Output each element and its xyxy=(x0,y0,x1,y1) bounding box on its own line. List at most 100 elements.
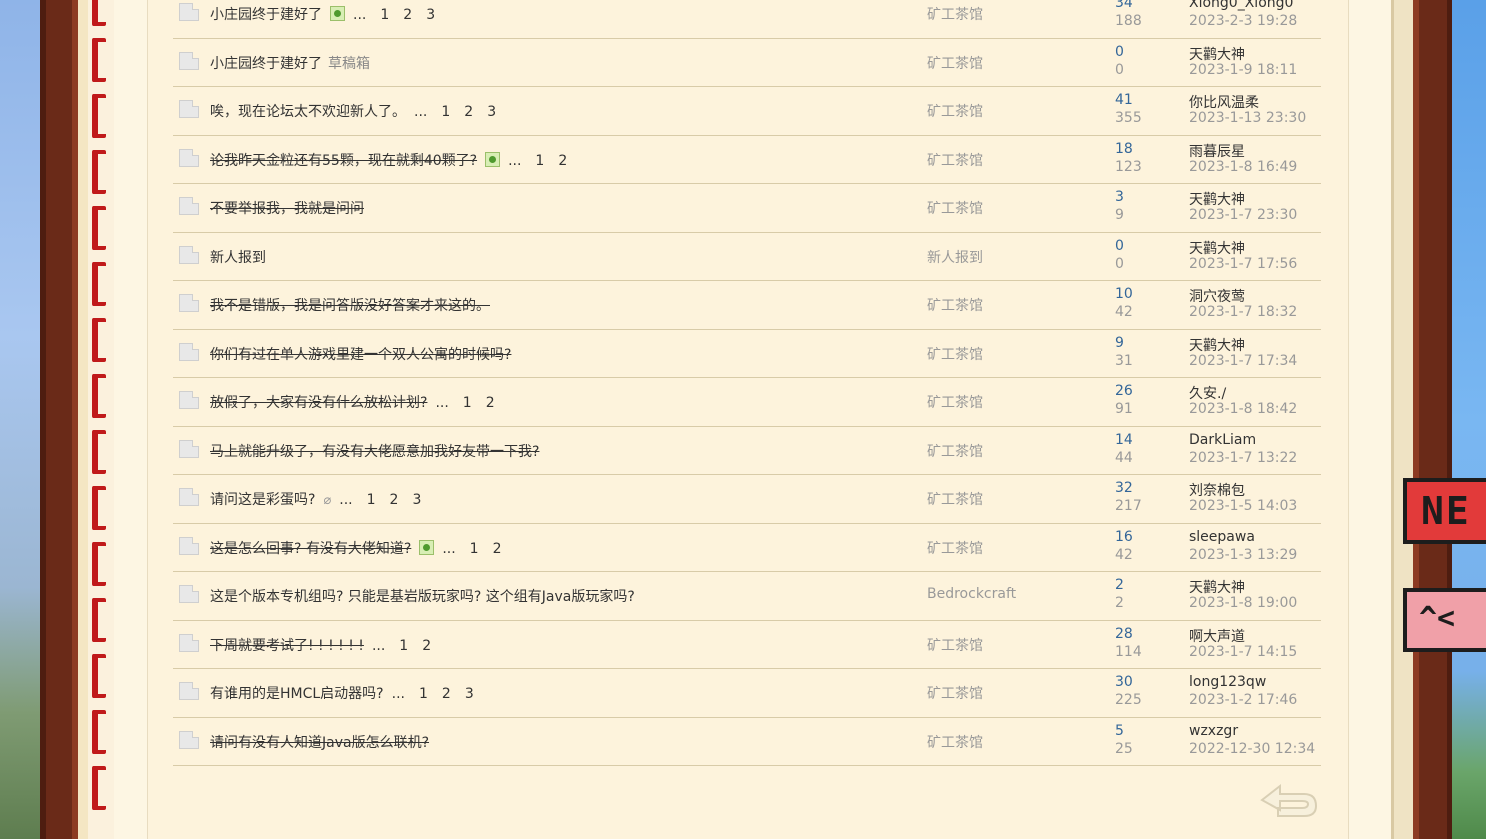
last-poster-link[interactable]: 天鹳大神 xyxy=(1189,189,1245,209)
thread-row[interactable]: 放假了，大家有没有什么放松计划?... 1 2 矿工茶馆 26 91 久安./2023-1-… xyxy=(173,378,1321,427)
back-to-top-badge[interactable]: ^< xyxy=(1403,588,1486,652)
pager-page-link[interactable]: 2 xyxy=(442,686,451,702)
thread-title-link[interactable]: 马上就能升级了，有没有大佬愿意加我好友带一下我? xyxy=(210,444,539,460)
thread-forum-link[interactable]: 矿工茶馆 xyxy=(927,538,983,558)
last-poster-link[interactable]: long123qw xyxy=(1189,674,1266,690)
reply-count[interactable]: 3 xyxy=(1115,189,1124,205)
pager-page-link[interactable]: 2 xyxy=(403,7,412,23)
thread-forum-link[interactable]: 矿工茶馆 xyxy=(927,683,983,703)
pager-page-link[interactable]: 1 xyxy=(399,638,408,654)
last-poster-link[interactable]: 雨暮辰星 xyxy=(1189,141,1245,161)
thread-title-link[interactable]: 有谁用的是HMCL启动器吗? xyxy=(210,686,384,702)
thread-row[interactable]: 马上就能升级了，有没有大佬愿意加我好友带一下我? 矿工茶馆 14 44 DarkLiam… xyxy=(173,427,1321,475)
last-poster-link[interactable]: 天鹳大神 xyxy=(1189,44,1245,64)
last-poster-link[interactable]: Xiong0_Xiong0 xyxy=(1189,0,1293,11)
last-post-time[interactable]: 2023-1-3 13:29 xyxy=(1189,547,1297,563)
thread-row[interactable]: 这是怎么回事? 有没有大佬知道?... 1 2 矿工茶馆 16 42 sleepawa 202… xyxy=(173,524,1321,572)
thread-title-link[interactable]: 我不是错版，我是问答版没好答案才来这的。 xyxy=(210,298,490,314)
thread-row[interactable]: 小庄园终于建好了 草稿箱 矿工茶馆 0 0 天鹳大神 2023-1-9 18:11 xyxy=(173,39,1321,87)
thread-title-link[interactable]: 你们有过在单人游戏里建一个双人公寓的时候吗? xyxy=(210,347,511,363)
reply-count[interactable]: 18 xyxy=(1115,141,1133,157)
thread-row[interactable]: 论我昨天金粒还有55颗，现在就剩40颗了?... 1 2 矿工茶馆 18 123 雨暮辰星 2… xyxy=(173,136,1321,184)
thread-forum-link[interactable]: 新人报到 xyxy=(927,247,983,267)
last-post-time[interactable]: 2023-1-7 17:34 xyxy=(1189,353,1297,369)
pager-page-link[interactable]: 1 xyxy=(419,686,428,702)
thread-forum-link[interactable]: Bedrockcraft xyxy=(927,586,1016,602)
thread-title-link[interactable]: 这是个版本专机组吗? 只能是基岩版玩家吗? 这个组有Java版玩家吗? xyxy=(210,589,635,605)
pager-page-link[interactable]: 3 xyxy=(487,104,496,120)
last-poster-link[interactable]: 啊大声道 xyxy=(1189,626,1245,646)
reply-count[interactable]: 10 xyxy=(1115,286,1133,302)
thread-title-link[interactable]: 这是怎么回事? 有没有大佬知道? xyxy=(210,541,411,557)
thread-title-link[interactable]: 请问有没有人知道Java版怎么联机? xyxy=(210,735,429,751)
thread-title-link[interactable]: 论我昨天金粒还有55颗，现在就剩40颗了? xyxy=(210,153,477,169)
pager-page-link[interactable]: 3 xyxy=(412,492,421,508)
last-poster-link[interactable]: DarkLiam xyxy=(1189,432,1256,448)
reply-count[interactable]: 41 xyxy=(1115,92,1133,108)
thread-forum-link[interactable]: 矿工茶馆 xyxy=(927,635,983,655)
last-post-time[interactable]: 2022-12-30 12:34 xyxy=(1189,741,1315,757)
pager-page-link[interactable]: 2 xyxy=(390,492,399,508)
last-poster-link[interactable]: 久安./ xyxy=(1189,383,1226,403)
last-post-time[interactable]: 2023-1-13 23:30 xyxy=(1189,110,1306,126)
last-post-time[interactable]: 2023-1-7 17:56 xyxy=(1189,256,1297,272)
last-post-time[interactable]: 2023-1-2 17:46 xyxy=(1189,692,1297,708)
last-post-time[interactable]: 2023-1-7 23:30 xyxy=(1189,207,1297,223)
pager-page-link[interactable]: 2 xyxy=(464,104,473,120)
reply-count[interactable]: 34 xyxy=(1115,0,1133,11)
pager-page-link[interactable]: 2 xyxy=(486,395,495,411)
thread-row[interactable]: 唉，现在论坛太不欢迎新人了。... 1 2 3 矿工茶馆 41 355 你比风温柔 2023-1… xyxy=(173,87,1321,136)
last-poster-link[interactable]: 刘奈棉包 xyxy=(1189,480,1245,500)
thread-forum-link[interactable]: 矿工茶馆 xyxy=(927,4,983,24)
thread-row[interactable]: 请问这是彩蛋吗? ⌀... 1 2 3 矿工茶馆 32 217 刘奈棉包 2023-1-5 14:… xyxy=(173,475,1321,524)
thread-row[interactable]: 有谁用的是HMCL启动器吗?... 1 2 3 矿工茶馆 30 225 long123qw 20… xyxy=(173,669,1321,718)
pager-page-link[interactable]: 1 xyxy=(463,395,472,411)
thread-row[interactable]: 不要举报我，我就是问问 矿工茶馆 3 9 天鹳大神 2023-1-7 23:30 xyxy=(173,184,1321,233)
last-poster-link[interactable]: 洞穴夜莺 xyxy=(1189,286,1245,306)
reply-count[interactable]: 26 xyxy=(1115,383,1133,399)
pager-page-link[interactable]: 1 xyxy=(441,104,450,120)
reply-count[interactable]: 9 xyxy=(1115,335,1124,351)
thread-forum-link[interactable]: 矿工茶馆 xyxy=(927,489,983,509)
last-poster-link[interactable]: 天鹳大神 xyxy=(1189,577,1245,597)
thread-title-link[interactable]: 小庄园终于建好了 xyxy=(210,56,322,72)
pager-page-link[interactable]: 3 xyxy=(426,7,435,23)
last-post-time[interactable]: 2023-1-7 13:22 xyxy=(1189,450,1297,466)
thread-forum-link[interactable]: 矿工茶馆 xyxy=(927,732,983,752)
last-post-time[interactable]: 2023-1-8 16:49 xyxy=(1189,159,1297,175)
pager-page-link[interactable]: 1 xyxy=(380,7,389,23)
new-post-badge[interactable]: NE xyxy=(1403,478,1486,544)
pager-page-link[interactable]: 2 xyxy=(422,638,431,654)
thread-forum-link[interactable]: 矿工茶馆 xyxy=(927,101,983,121)
thread-forum-link[interactable]: 矿工茶馆 xyxy=(927,150,983,170)
last-poster-link[interactable]: 天鹳大神 xyxy=(1189,335,1245,355)
thread-row[interactable]: 我不是错版，我是问答版没好答案才来这的。 矿工茶馆 10 42 洞穴夜莺 2023-1-7… xyxy=(173,281,1321,330)
reply-count[interactable]: 2 xyxy=(1115,577,1124,593)
thread-title-link[interactable]: 不要举报我，我就是问问 xyxy=(210,201,364,217)
last-poster-link[interactable]: 你比风温柔 xyxy=(1189,92,1259,112)
thread-title-link[interactable]: 请问这是彩蛋吗? xyxy=(210,492,315,508)
reply-count[interactable]: 0 xyxy=(1115,238,1124,254)
last-post-time[interactable]: 2023-1-8 19:00 xyxy=(1189,595,1297,611)
pager-page-link[interactable]: 1 xyxy=(367,492,376,508)
thread-row[interactable]: 这是个版本专机组吗? 只能是基岩版玩家吗? 这个组有Java版玩家吗? Bedro… xyxy=(173,572,1321,621)
thread-title-link[interactable]: 下周就要考试了! ! ! ! ! ! xyxy=(210,638,364,654)
pager-page-link[interactable]: 3 xyxy=(465,686,474,702)
pager-page-link[interactable]: 2 xyxy=(493,541,502,557)
return-arrow-icon[interactable] xyxy=(1258,780,1320,820)
thread-forum-link[interactable]: 矿工茶馆 xyxy=(927,441,983,461)
thread-row[interactable]: 下周就要考试了! ! ! ! ! !... 1 2 矿工茶馆 28 114 啊大声道 2023… xyxy=(173,621,1321,669)
reply-count[interactable]: 32 xyxy=(1115,480,1133,496)
reply-count[interactable]: 30 xyxy=(1115,674,1133,690)
last-post-time[interactable]: 2023-1-9 18:11 xyxy=(1189,62,1297,78)
pager-page-link[interactable]: 1 xyxy=(470,541,479,557)
pager-page-link[interactable]: 1 xyxy=(535,153,544,169)
thread-row[interactable]: 请问有没有人知道Java版怎么联机? 矿工茶馆 5 25 wzxzgr 2022-12-3… xyxy=(173,718,1321,766)
last-post-time[interactable]: 2023-1-7 18:32 xyxy=(1189,304,1297,320)
reply-count[interactable]: 16 xyxy=(1115,529,1133,545)
reply-count[interactable]: 5 xyxy=(1115,723,1124,739)
thread-title-link[interactable]: 新人报到 xyxy=(210,250,266,266)
thread-forum-link[interactable]: 矿工茶馆 xyxy=(927,198,983,218)
thread-title-link[interactable]: 放假了，大家有没有什么放松计划? xyxy=(210,395,427,411)
thread-forum-link[interactable]: 矿工茶馆 xyxy=(927,392,983,412)
